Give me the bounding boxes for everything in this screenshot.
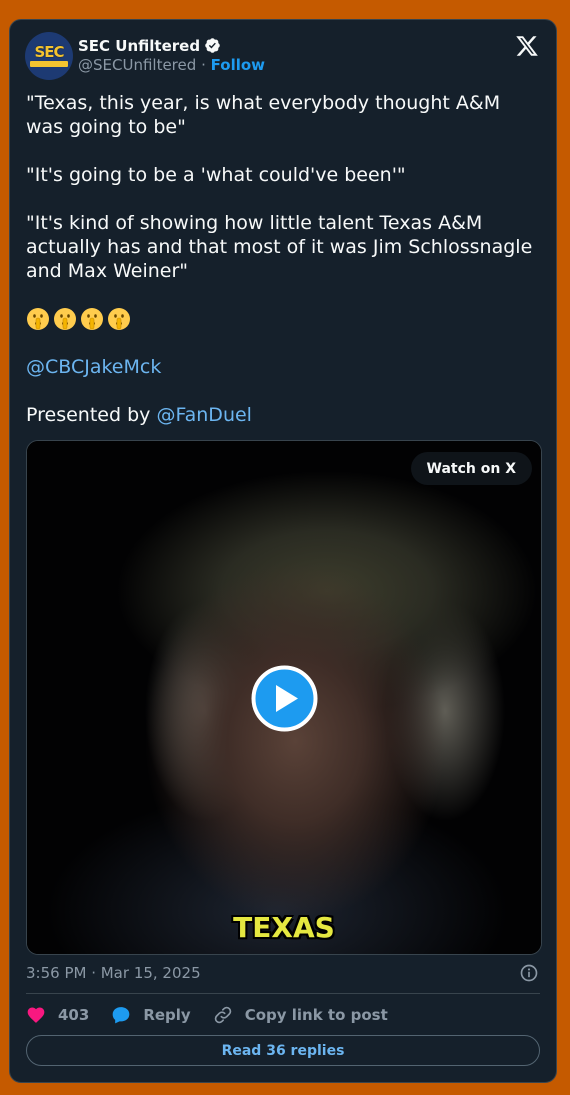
emoji-row — [26, 307, 536, 331]
video-player[interactable]: Watch on X TEXAS — [26, 440, 542, 955]
like-button[interactable]: 403 — [26, 1005, 89, 1025]
avatar-logo-text: SEC — [34, 43, 64, 61]
speech-bubble-icon — [112, 1007, 130, 1024]
read-replies-button[interactable]: Read 36 replies — [26, 1035, 540, 1066]
shushing-face-emoji-icon — [53, 307, 77, 331]
copy-link-label: Copy link to post — [244, 1006, 388, 1024]
info-icon[interactable] — [519, 963, 539, 983]
post-text: "Texas, this year, is what everybody tho… — [26, 91, 536, 427]
post-header: SEC SEC Unfiltered @SECUnfiltered · Foll… — [25, 31, 541, 81]
play-icon[interactable] — [251, 665, 318, 732]
shushing-face-emoji-icon — [80, 307, 104, 331]
verified-badge-icon — [205, 38, 220, 53]
like-count: 403 — [58, 1006, 90, 1024]
heart-icon — [27, 1007, 45, 1023]
reply-button[interactable]: Reply — [111, 1005, 191, 1025]
video-caption: TEXAS — [233, 911, 335, 944]
author-display-name[interactable]: SEC Unfiltered — [78, 37, 200, 55]
author-handle[interactable]: @SECUnfiltered — [78, 56, 196, 74]
link-icon — [214, 1006, 231, 1024]
reply-label: Reply — [143, 1006, 191, 1024]
mention-link[interactable]: @CBCJakeMck — [26, 356, 161, 378]
presented-by-label: Presented by — [26, 404, 151, 426]
divider — [26, 993, 540, 994]
post-paragraph-1: "Texas, this year, is what everybody tho… — [26, 92, 501, 138]
sponsor-mention-link[interactable]: @FanDuel — [156, 404, 252, 426]
embedded-post-card: SEC SEC Unfiltered @SECUnfiltered · Foll… — [9, 19, 557, 1083]
x-logo-icon[interactable] — [515, 34, 539, 58]
watch-on-x-button[interactable]: Watch on X — [410, 452, 532, 485]
post-timestamp[interactable]: 3:56 PM · Mar 15, 2025 — [26, 964, 201, 982]
author-info: SEC Unfiltered @SECUnfiltered · Follow — [78, 36, 265, 75]
post-actions: 403 Reply Copy link to post — [26, 1003, 410, 1027]
shushing-face-emoji-icon — [107, 307, 131, 331]
post-paragraph-2: "It's going to be a 'what could've been'… — [26, 164, 406, 186]
copy-link-button[interactable]: Copy link to post — [213, 1005, 388, 1025]
follow-button[interactable]: Follow — [211, 56, 265, 74]
avatar-logo-band — [30, 61, 68, 67]
shushing-face-emoji-icon — [26, 307, 50, 331]
avatar[interactable]: SEC — [25, 32, 73, 80]
post-paragraph-3: "It's kind of showing how little talent … — [26, 212, 533, 282]
handle-separator: · — [201, 56, 206, 74]
